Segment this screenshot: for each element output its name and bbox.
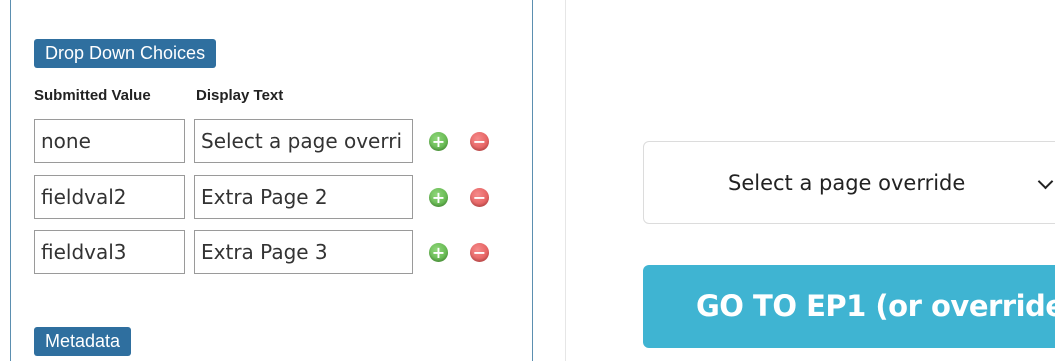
minus-icon: − bbox=[472, 242, 487, 262]
page-override-select[interactable]: Select a page override bbox=[643, 141, 1055, 224]
remove-choice-2-icon[interactable]: − bbox=[470, 188, 489, 207]
choice-editor-panel: Drop Down Choices Submitted Value Displa… bbox=[10, 0, 533, 361]
page-override-select-value: Select a page override bbox=[728, 171, 966, 195]
minus-icon: − bbox=[472, 187, 487, 207]
plus-icon: + bbox=[431, 242, 446, 262]
dropdown-choices-badge: Drop Down Choices bbox=[34, 39, 217, 68]
chevron-down-icon bbox=[1037, 173, 1054, 190]
add-choice-3-icon[interactable]: + bbox=[429, 243, 448, 262]
remove-choice-3-icon[interactable]: − bbox=[470, 243, 489, 262]
choice-2-value-input[interactable] bbox=[34, 175, 185, 219]
plus-icon: + bbox=[431, 187, 446, 207]
choice-3-display-input[interactable] bbox=[194, 230, 413, 274]
remove-choice-1-icon[interactable]: − bbox=[470, 132, 489, 151]
choice-1-display-input[interactable] bbox=[194, 119, 413, 163]
add-choice-1-icon[interactable]: + bbox=[429, 132, 448, 151]
submitted-value-header: Submitted Value bbox=[34, 87, 151, 104]
choice-3-value-input[interactable] bbox=[34, 230, 185, 274]
minus-icon: − bbox=[472, 131, 487, 151]
display-text-header: Display Text bbox=[196, 87, 284, 104]
metadata-badge: Metadata bbox=[34, 327, 132, 356]
choice-2-display-input[interactable] bbox=[194, 175, 413, 219]
add-choice-2-icon[interactable]: + bbox=[429, 188, 448, 207]
plus-icon: + bbox=[431, 131, 446, 151]
choice-1-value-input[interactable] bbox=[34, 119, 185, 163]
form-preview-panel: Select a page override GO TO EP1 (or ove… bbox=[565, 0, 1055, 361]
go-to-ep1-button[interactable]: GO TO EP1 (or override) bbox=[643, 265, 1055, 348]
